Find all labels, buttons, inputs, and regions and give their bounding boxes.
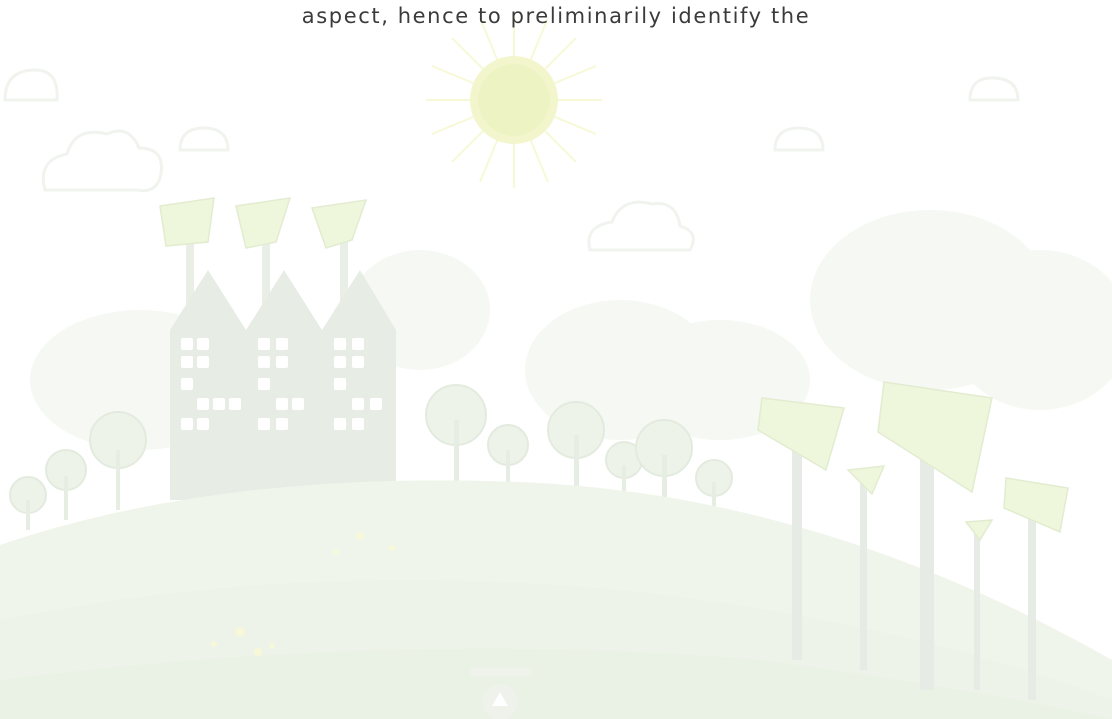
slide-text-line: aspect, hence to preliminarily identify … [301,4,811,28]
slide: aspect, hence to preliminarily identify … [0,0,1112,719]
hill-icon [0,480,1112,719]
background-illustration [0,12,1112,719]
factory-icon [159,197,396,500]
